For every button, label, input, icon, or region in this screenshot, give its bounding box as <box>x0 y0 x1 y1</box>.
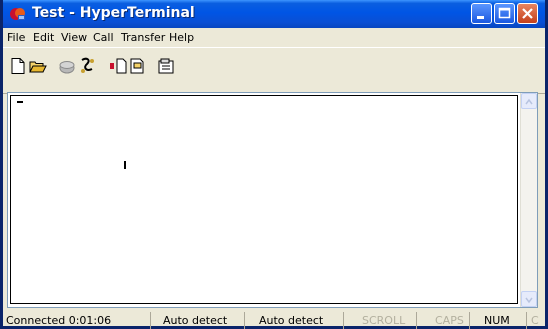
status-capture: C <box>526 312 545 329</box>
terminal-screen[interactable] <box>10 95 518 304</box>
status-emulation: Auto detect <box>150 312 244 329</box>
scroll-up-button[interactable] <box>521 93 537 109</box>
receive-icon[interactable] <box>128 57 146 75</box>
toolbar <box>3 47 545 94</box>
close-button[interactable] <box>517 3 538 24</box>
disconnect-icon[interactable] <box>78 57 96 75</box>
new-icon[interactable] <box>9 57 27 75</box>
scroll-down-button[interactable] <box>521 291 537 307</box>
menu-view[interactable]: View <box>61 31 87 44</box>
status-bar: Connected 0:01:06 Auto detect Auto detec… <box>3 312 545 329</box>
menu-bar: File Edit View Call Transfer Help <box>3 28 545 47</box>
title-bar[interactable]: Test - HyperTerminal <box>3 0 545 28</box>
chevron-down-icon <box>525 297 533 304</box>
hyperterminal-icon <box>10 8 25 20</box>
maximize-button[interactable] <box>494 3 515 24</box>
open-icon[interactable] <box>29 57 47 75</box>
text-cursor <box>17 101 23 103</box>
menu-call[interactable]: Call <box>93 31 114 44</box>
status-settings: Auto detect <box>244 312 343 329</box>
status-num: NUM <box>469 312 526 329</box>
send-icon[interactable] <box>109 57 127 75</box>
menu-edit[interactable]: Edit <box>33 31 54 44</box>
terminal-frame <box>7 92 538 308</box>
menu-transfer[interactable]: Transfer <box>121 31 165 44</box>
maximize-icon <box>498 7 511 19</box>
chevron-up-icon <box>525 98 533 105</box>
minimize-button[interactable] <box>471 3 492 24</box>
status-caps: CAPS <box>416 312 469 329</box>
minimize-icon <box>477 16 484 19</box>
hyperterminal-window: Test - HyperTerminal File Edit View Call… <box>0 0 548 329</box>
status-connection: Connected 0:01:06 <box>6 314 112 327</box>
close-icon <box>522 8 533 19</box>
menu-help[interactable]: Help <box>169 31 194 44</box>
window-title: Test - HyperTerminal <box>32 5 195 21</box>
mouse-ibeam-cursor <box>124 161 126 169</box>
vertical-scrollbar[interactable] <box>520 93 537 307</box>
properties-icon[interactable] <box>157 57 175 75</box>
status-scroll: SCROLL <box>343 312 416 329</box>
call-icon[interactable] <box>58 57 76 75</box>
menu-file[interactable]: File <box>7 31 25 44</box>
